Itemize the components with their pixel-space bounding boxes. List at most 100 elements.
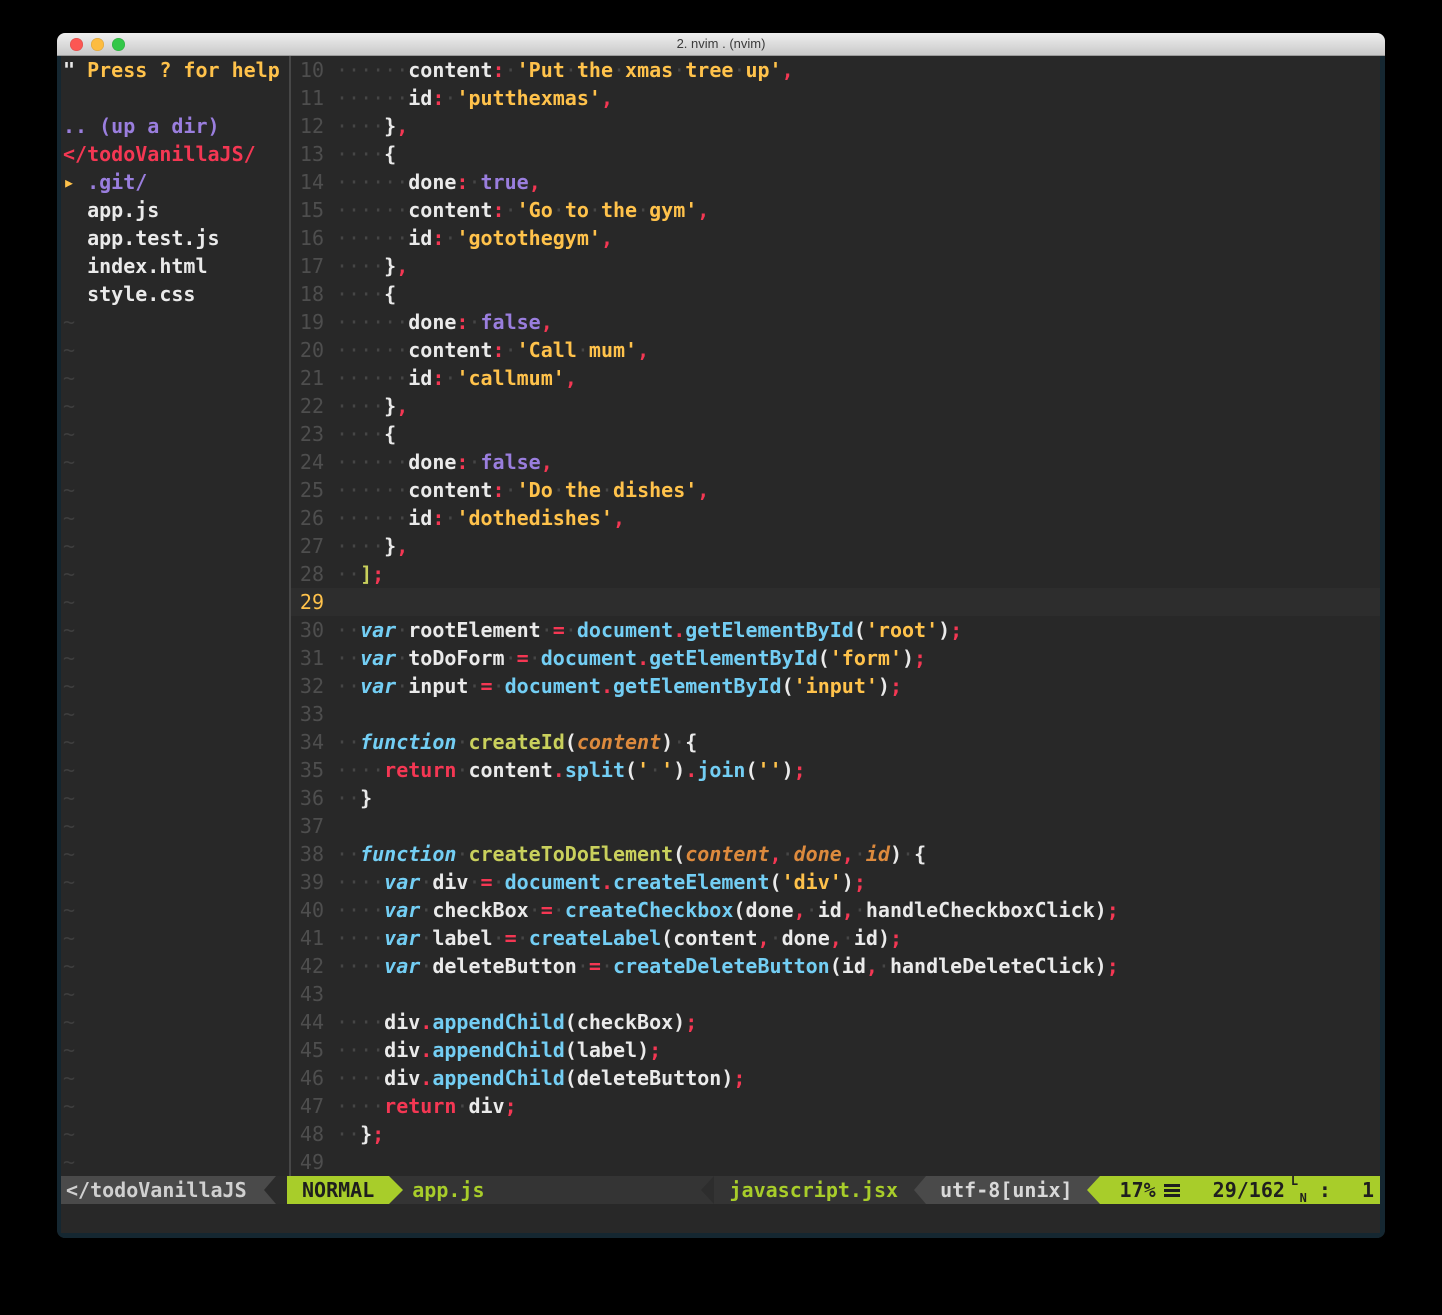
tilde-row: ~ xyxy=(63,952,289,980)
titlebar: 2. nvim . (nvim) xyxy=(57,33,1385,56)
code-line-44[interactable]: 44····div.appendChild(checkBox); xyxy=(291,1008,1380,1036)
code-line-22[interactable]: 22····}, xyxy=(291,392,1380,420)
line-number: 32 xyxy=(291,672,324,700)
statusline-mode-indicator: NORMAL xyxy=(287,1176,389,1204)
code-line-45[interactable]: 45····div.appendChild(label); xyxy=(291,1036,1380,1064)
code-line-41[interactable]: 41····var·label·=·createLabel(content,·d… xyxy=(291,924,1380,952)
code-line-10[interactable]: 10······content:·'Put·the·xmas·tree·up', xyxy=(291,56,1380,84)
tilde-row: ~ xyxy=(63,1148,289,1176)
code-line-37[interactable]: 37 xyxy=(291,812,1380,840)
code-line-42[interactable]: 42····var·deleteButton·=·createDeleteBut… xyxy=(291,952,1380,980)
editor-pane[interactable]: 10······content:·'Put·the·xmas·tree·up',… xyxy=(291,56,1380,1176)
code-line-27[interactable]: 27····}, xyxy=(291,532,1380,560)
code-line-11[interactable]: 11······id:·'putthexmas', xyxy=(291,84,1380,112)
line-number: 22 xyxy=(291,392,324,420)
tilde-row: ~ xyxy=(63,812,289,840)
tilde-row: ~ xyxy=(63,560,289,588)
tilde-row: ~ xyxy=(63,784,289,812)
code-line-32[interactable]: 32··var·input·=·document.getElementById(… xyxy=(291,672,1380,700)
code-line-38[interactable]: 38··function·createToDoElement(content,·… xyxy=(291,840,1380,868)
code-line-26[interactable]: 26······id:·'dothedishes', xyxy=(291,504,1380,532)
line-number: 26 xyxy=(291,504,324,532)
nerdtree-help: " Press ? for help xyxy=(63,56,289,84)
code-line-35[interactable]: 35····return·content.split('·').join('')… xyxy=(291,756,1380,784)
blank-row xyxy=(63,84,289,112)
tree-up-dir[interactable]: .. (up a dir) xyxy=(63,112,289,140)
code-line-33[interactable]: 33 xyxy=(291,700,1380,728)
window-title: 2. nvim . (nvim) xyxy=(57,33,1385,55)
line-number: 33 xyxy=(291,700,324,728)
tree-file-app-test-js[interactable]: app.test.js xyxy=(63,224,289,252)
code-line-31[interactable]: 31··var·toDoForm·=·document.getElementBy… xyxy=(291,644,1380,672)
code-line-29[interactable]: 29 xyxy=(291,588,1380,616)
line-number: 14 xyxy=(291,168,324,196)
tilde-row: ~ xyxy=(63,1120,289,1148)
command-line[interactable] xyxy=(61,1204,1380,1233)
line-number: 23 xyxy=(291,420,324,448)
code-line-36[interactable]: 36··} xyxy=(291,784,1380,812)
tree-dir-git[interactable]: ▸ .git/ xyxy=(63,168,289,196)
code-line-19[interactable]: 19······done:·false, xyxy=(291,308,1380,336)
statusline-gap xyxy=(276,1176,287,1204)
line-number: 49 xyxy=(291,1148,324,1176)
tilde-row: ~ xyxy=(63,308,289,336)
tilde-row: ~ xyxy=(63,1092,289,1120)
code-line-49[interactable]: 49 xyxy=(291,1148,1380,1176)
code-line-21[interactable]: 21······id:·'callmum', xyxy=(291,364,1380,392)
code-line-24[interactable]: 24······done:·false, xyxy=(291,448,1380,476)
tilde-row: ~ xyxy=(63,868,289,896)
code-line-39[interactable]: 39····var·div·=·document.createElement('… xyxy=(291,868,1380,896)
line-of-total: 29/162 xyxy=(1213,1176,1285,1204)
tree-root-todovanillajs[interactable]: </todoVanillaJS/ xyxy=(63,140,289,168)
line-number: 17 xyxy=(291,252,324,280)
code-line-16[interactable]: 16······id:·'gotothegym', xyxy=(291,224,1380,252)
code-line-23[interactable]: 23····{ xyxy=(291,420,1380,448)
code-line-48[interactable]: 48··}; xyxy=(291,1120,1380,1148)
buffer-lines: 10······content:·'Put·the·xmas·tree·up',… xyxy=(291,56,1380,1176)
code-line-47[interactable]: 47····return·div; xyxy=(291,1092,1380,1120)
code-line-40[interactable]: 40····var·checkBox·=·createCheckbox(done… xyxy=(291,896,1380,924)
powerline-arrow-right-icon xyxy=(389,1176,403,1204)
code-line-43[interactable]: 43 xyxy=(291,980,1380,1008)
tilde-row: ~ xyxy=(63,616,289,644)
tree-file-index-html[interactable]: index.html xyxy=(63,252,289,280)
tilde-row: ~ xyxy=(63,392,289,420)
tilde-row: ~ xyxy=(63,420,289,448)
tilde-row: ~ xyxy=(63,476,289,504)
code-line-30[interactable]: 30··var·rootElement·=·document.getElemen… xyxy=(291,616,1380,644)
code-line-46[interactable]: 46····div.appendChild(deleteButton); xyxy=(291,1064,1380,1092)
line-number: 42 xyxy=(291,952,324,980)
code-line-14[interactable]: 14······done:·true, xyxy=(291,168,1380,196)
linenr-icon xyxy=(1164,1184,1180,1197)
code-line-25[interactable]: 25······content:·'Do·the·dishes', xyxy=(291,476,1380,504)
code-line-20[interactable]: 20······content:·'Call·mum', xyxy=(291,336,1380,364)
line-number: 43 xyxy=(291,980,324,1008)
tilde-row: ~ xyxy=(63,700,289,728)
code-line-17[interactable]: 17····}, xyxy=(291,252,1380,280)
line-number: 21 xyxy=(291,364,324,392)
statusline-filename: app.js xyxy=(412,1176,484,1204)
code-line-15[interactable]: 15······content:·'Go·to·the·gym', xyxy=(291,196,1380,224)
line-number: 40 xyxy=(291,896,324,924)
tilde-row: ~ xyxy=(63,588,289,616)
code-line-12[interactable]: 12····}, xyxy=(291,112,1380,140)
scroll-percent: 17% xyxy=(1120,1176,1156,1204)
statusline-nerdtree-path: </todoVanillaJS xyxy=(61,1176,264,1204)
tree-file-style-css[interactable]: style.css xyxy=(63,280,289,308)
tree-file-app-js[interactable]: app.js xyxy=(63,196,289,224)
nerdtree-sidebar[interactable]: " Press ? for help .. (up a dir)</todoVan… xyxy=(61,56,289,1176)
line-number: 38 xyxy=(291,840,324,868)
code-line-18[interactable]: 18····{ xyxy=(291,280,1380,308)
code-line-34[interactable]: 34··function·createId(content)·{ xyxy=(291,728,1380,756)
line-number: 27 xyxy=(291,532,324,560)
tilde-row: ~ xyxy=(63,336,289,364)
statusline: </todoVanillaJS NORMAL app.js javascript… xyxy=(61,1176,1380,1204)
tilde-row: ~ xyxy=(63,924,289,952)
line-number: 44 xyxy=(291,1008,324,1036)
line-number: 39 xyxy=(291,868,324,896)
code-line-28[interactable]: 28··]; xyxy=(291,560,1380,588)
tilde-row: ~ xyxy=(63,448,289,476)
line-number: 30 xyxy=(291,616,324,644)
terminal-window: 2. nvim . (nvim) " Press ? for help .. (u… xyxy=(57,33,1385,1238)
code-line-13[interactable]: 13····{ xyxy=(291,140,1380,168)
